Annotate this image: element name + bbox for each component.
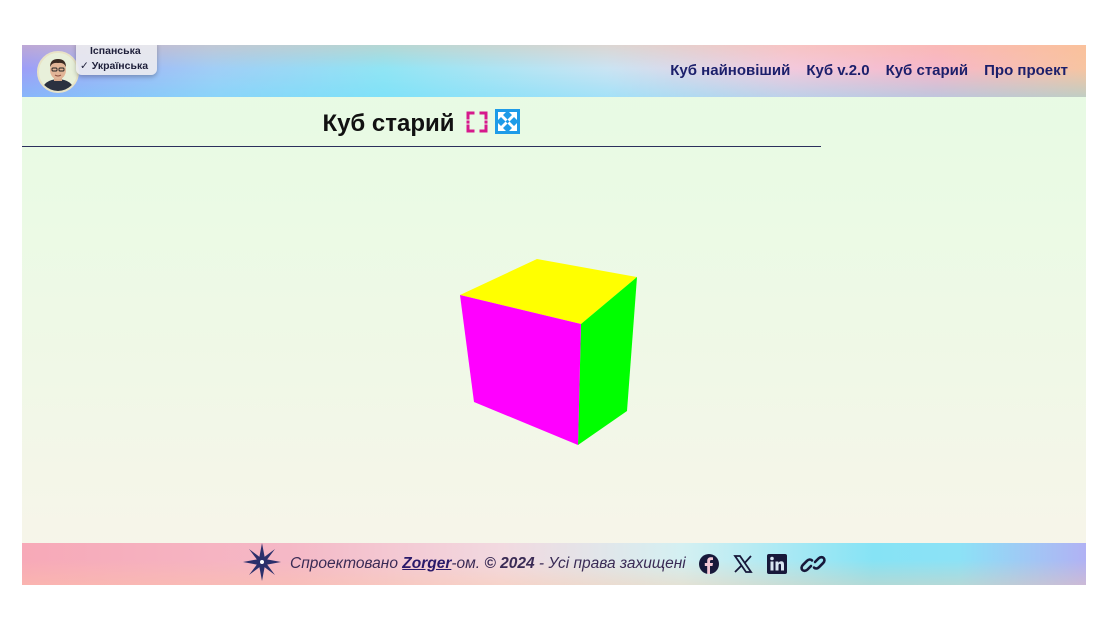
nav-link-about[interactable]: Про проект [984,62,1068,79]
compass-logo-icon [242,542,282,586]
facebook-icon[interactable] [698,553,720,575]
expand-icon[interactable] [494,109,520,139]
linkedin-icon[interactable] [766,553,788,575]
main-nav: Куб найновіший Куб v.2.0 Куб старий Про … [670,62,1068,79]
page-title: Куб старий [322,110,455,137]
designed-by-label: Спроектовано [290,555,403,572]
designed-by-suffix: -ом. [451,555,485,572]
author-link[interactable]: Zorger [402,555,451,572]
rights-reserved-label: - Усі права захищені [534,555,686,572]
language-option-spanish[interactable]: Іспанська [90,45,141,57]
footer: Спроектовано Zorger-ом. © 2024 - Усі пра… [22,542,1086,586]
nav-link-cube-old[interactable]: Куб старий [886,62,969,79]
nav-link-cube-v2[interactable]: Куб v.2.0 [806,62,869,79]
copyright-year: © 2024 [484,555,535,572]
copyright-text: Спроектовано Zorger-ом. © 2024 - Усі пра… [290,555,686,573]
title-row: Куб старий [22,104,820,144]
link-icon[interactable] [799,553,826,575]
user-avatar[interactable] [37,51,79,93]
language-menu: Іспанська ✓ Українська [76,45,157,75]
fullscreen-icon[interactable] [465,110,489,139]
language-option-ukrainian[interactable]: ✓ Українська [80,60,148,72]
nav-link-cube-newest[interactable]: Куб найновіший [670,62,790,79]
header: Іспанська ✓ Українська Куб найновіший Ку… [22,45,1086,97]
rotating-cube[interactable] [457,255,647,455]
title-divider [22,146,821,147]
x-icon[interactable] [732,553,754,575]
page: Іспанська ✓ Українська Куб найновіший Ку… [22,45,1086,585]
